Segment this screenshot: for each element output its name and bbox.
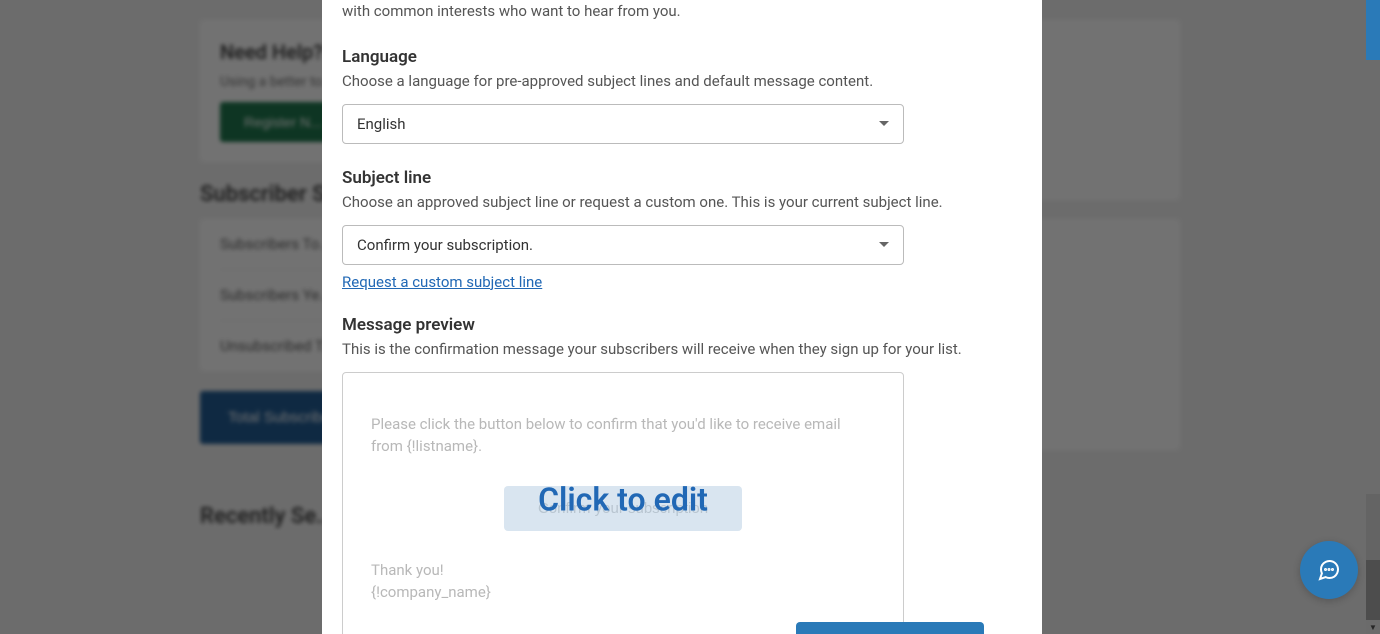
chat-button[interactable]	[1300, 541, 1358, 599]
preview-company: {!company_name}	[371, 581, 875, 604]
preview-label: Message preview	[342, 315, 1002, 335]
modal-save-button[interactable]	[796, 622, 984, 634]
subject-desc: Choose an approved subject line or reque…	[342, 192, 1002, 213]
chevron-down-icon	[879, 121, 889, 126]
preview-group: Message preview This is the confirmation…	[342, 315, 1002, 634]
message-preview-box[interactable]: Please click the button below to confirm…	[342, 372, 904, 634]
language-value: English	[357, 115, 406, 133]
language-group: Language Choose a language for pre-appro…	[342, 47, 1002, 144]
language-select[interactable]: English	[342, 104, 904, 144]
subject-group: Subject line Choose an approved subject …	[342, 168, 1002, 291]
right-edge-tab[interactable]	[1366, 0, 1380, 60]
chevron-down-icon	[879, 242, 889, 247]
intro-text: with common interests who want to hear f…	[342, 0, 1002, 23]
settings-modal: with common interests who want to hear f…	[322, 0, 1042, 634]
preview-confirm-button: Confirm your subscription	[504, 486, 742, 531]
language-desc: Choose a language for pre-approved subje…	[342, 71, 1002, 92]
preview-body: Please click the button below to confirm…	[371, 413, 875, 458]
preview-thankyou: Thank you!	[371, 559, 875, 582]
subject-label: Subject line	[342, 168, 1002, 188]
language-label: Language	[342, 47, 1002, 67]
chat-icon	[1317, 558, 1341, 582]
custom-subject-link[interactable]: Request a custom subject line	[342, 273, 542, 291]
subject-value: Confirm your subscription.	[357, 236, 533, 254]
preview-desc: This is the confirmation message your su…	[342, 339, 1002, 360]
preview-footer: Thank you! {!company_name}	[371, 559, 875, 604]
subject-select[interactable]: Confirm your subscription.	[342, 225, 904, 265]
